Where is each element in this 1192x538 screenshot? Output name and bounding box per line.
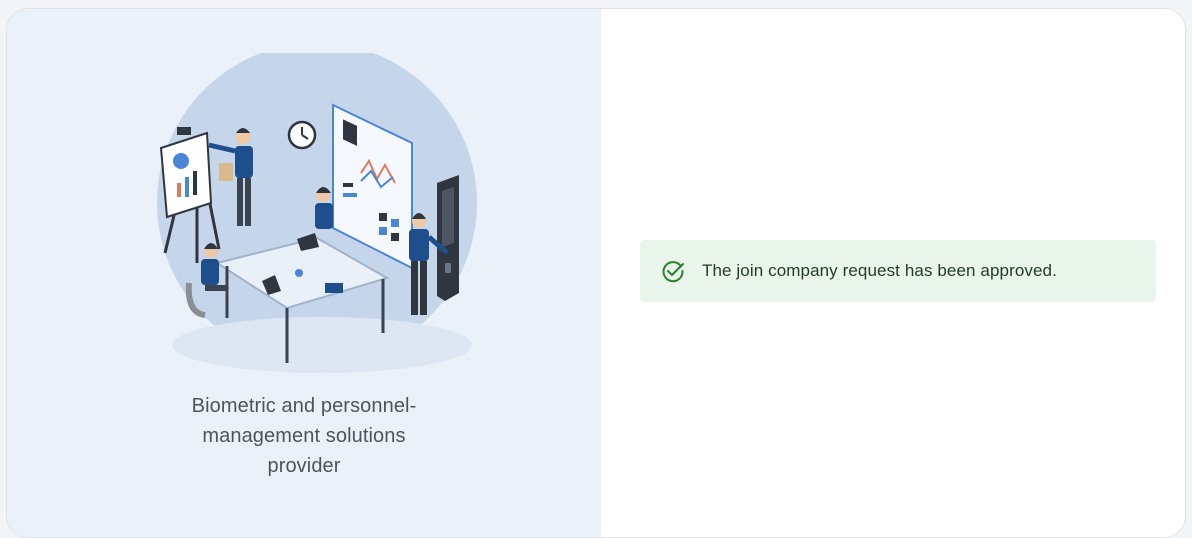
tagline-line-2: management solutions	[202, 425, 406, 447]
check-circle-icon	[662, 261, 684, 283]
tagline-line-3: provider	[267, 455, 341, 477]
brand-panel: Biometric and personnel- management solu…	[7, 9, 601, 537]
join-result-card: Biometric and personnel- management solu…	[6, 8, 1186, 538]
success-alert: The join company request has been approv…	[640, 240, 1156, 302]
alert-message: The join company request has been approv…	[702, 261, 1057, 280]
office-team-illustration	[157, 53, 477, 373]
tagline: Biometric and personnel- management solu…	[104, 391, 504, 481]
biometric-terminal	[437, 175, 459, 301]
tagline-line-1: Biometric and personnel-	[191, 395, 417, 417]
status-panel: The join company request has been approv…	[601, 9, 1185, 537]
clock-icon	[287, 120, 317, 150]
